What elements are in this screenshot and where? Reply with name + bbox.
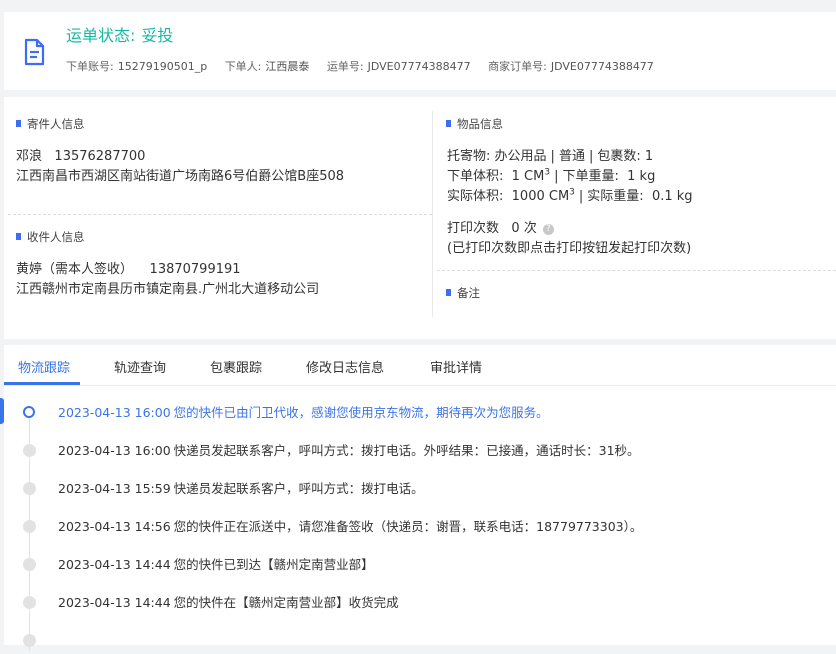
timeline-item: 2023-04-13 15:59 快递员发起联系客户，呼叫方式：拨打电话。 bbox=[4, 478, 836, 502]
cargo-value: 办公用品 bbox=[494, 149, 547, 164]
active-tab-indicator bbox=[4, 382, 80, 385]
tab-change-log[interactable]: 修改日志信息 bbox=[306, 357, 384, 376]
document-icon bbox=[24, 38, 45, 66]
receiver-contact: 黄婷（需本人签收） 13870799191 bbox=[16, 258, 241, 277]
timeline-text: 快递员发起联系客户，呼叫方式：拨打电话。外呼结果：已接通，通话时长：31秒。 bbox=[173, 443, 640, 458]
meta-label: 商家订单号: bbox=[488, 60, 547, 73]
timeline-time: 2023-04-13 15:59 bbox=[58, 481, 171, 496]
divider bbox=[8, 214, 432, 215]
tab-logistics-tracking[interactable]: 物流跟踪 bbox=[18, 357, 70, 376]
sender-section-title: 寄件人信息 bbox=[16, 116, 85, 132]
tab-bar: 物流跟踪 轨迹查询 包裹跟踪 修改日志信息 审批详情 bbox=[4, 345, 836, 386]
waybill-header: 运单状态: 妥投 下单账号: 15279190501_p 下单人: 江西晨泰 运单号:… bbox=[4, 12, 836, 90]
timeline-dot bbox=[23, 444, 36, 457]
timeline-text: 您的快件在【赣州定南营业部】收货完成 bbox=[173, 595, 399, 610]
goods-section-title: 物品信息 bbox=[446, 116, 503, 132]
column-divider bbox=[432, 111, 433, 317]
timeline-text: 您的快件正在派送中，请您准备签收（快递员：谢晋，联系电话：18779773303… bbox=[173, 519, 643, 534]
timeline-time: 2023-04-13 14:44 bbox=[58, 557, 171, 572]
sender-name: 邓浪 bbox=[16, 149, 43, 164]
timeline-dot bbox=[23, 634, 36, 647]
timeline-item: 2023-04-13 14:56 您的快件正在派送中，请您准备签收（快递员：谢晋，… bbox=[4, 516, 836, 540]
timeline-text: 您的快件已由门卫代收，感谢您使用京东物流，期待再次为您服务。 bbox=[173, 405, 549, 420]
section-marker bbox=[446, 120, 451, 127]
timeline-dot bbox=[23, 558, 36, 571]
tab-approval-details[interactable]: 审批详情 bbox=[430, 357, 482, 376]
print-count-value: 0 次 bbox=[511, 221, 537, 236]
section-marker bbox=[16, 120, 21, 127]
sender-address: 江西南昌市西湖区南站街道广场南路6号伯爵公馆B座508 bbox=[16, 169, 345, 184]
tracking-panel: 物流跟踪 轨迹查询 包裹跟踪 修改日志信息 审批详情 2023-04-13 16… bbox=[4, 345, 836, 651]
timeline-time: 2023-04-13 14:44 bbox=[58, 595, 171, 610]
status-value: 妥投 bbox=[141, 26, 174, 45]
status-label: 运单状态: bbox=[66, 26, 136, 45]
help-icon[interactable]: ? bbox=[542, 224, 554, 235]
sender-phone: 13576287700 bbox=[54, 149, 146, 164]
section-marker bbox=[446, 289, 451, 296]
tab-package-tracking[interactable]: 包裹跟踪 bbox=[210, 357, 262, 376]
orderer: 江西晨泰 bbox=[265, 60, 310, 73]
waybill-status: 运单状态: 妥投 bbox=[66, 22, 173, 46]
timeline-dot bbox=[23, 482, 36, 495]
timeline-time: 2023-04-13 16:00 bbox=[58, 405, 171, 420]
print-hint: (已打印次数即点击打印按钮发起打印次数) bbox=[447, 241, 692, 256]
merchant-order-number: JDVE07774388477 bbox=[550, 60, 654, 73]
timeline-item: 2023-04-13 14:44 您的快件在【赣州定南营业部】收货完成 bbox=[4, 592, 836, 616]
receiver-section-title: 收件人信息 bbox=[16, 229, 85, 245]
tab-track-query[interactable]: 轨迹查询 bbox=[114, 357, 166, 376]
waybill-meta: 下单账号: 15279190501_p 下单人: 江西晨泰 运单号: JDVE0777… bbox=[66, 58, 668, 74]
goods-line-order-volume: 下单体积: 1 CM3 | 下单重量: 1 kg bbox=[447, 167, 656, 184]
order-account: 15279190501_p bbox=[117, 60, 208, 73]
sender-contact: 邓浪 13576287700 bbox=[16, 145, 145, 164]
order-volume: 1 CM bbox=[511, 169, 545, 184]
goods-line-actual-volume: 实际体积: 1000 CM3 | 实际重量: 0.1 kg bbox=[447, 187, 693, 204]
cargo-type: 普通 bbox=[558, 149, 585, 164]
section-marker bbox=[16, 233, 21, 240]
actual-volume: 1000 CM bbox=[511, 189, 570, 204]
remark-section-title: 备注 bbox=[446, 285, 480, 301]
timeline-time: 2023-04-13 14:56 bbox=[58, 519, 171, 534]
meta-label: 下单人: bbox=[224, 60, 262, 73]
receiver-phone: 13870799191 bbox=[149, 262, 241, 277]
timeline-text: 快递员发起联系客户，呼叫方式：拨打电话。 bbox=[173, 481, 424, 496]
timeline-item: 2023-04-13 16:00 快递员发起联系客户，呼叫方式：拨打电话。外呼结果… bbox=[4, 440, 836, 464]
timeline-item: 2023-04-13 14:44 您的快件已到达【赣州定南营业部】 bbox=[4, 554, 836, 578]
print-count: 打印次数 0 次? bbox=[447, 217, 554, 236]
timeline-dot bbox=[23, 596, 36, 609]
goods-line-cargo: 托寄物: 办公用品 | 普通 | 包裹数: 1 bbox=[447, 149, 654, 164]
receiver-name: 黄婷（需本人签收） bbox=[16, 262, 134, 277]
meta-label: 运单号: bbox=[326, 60, 364, 73]
timeline-dot bbox=[23, 520, 36, 533]
order-weight: 1 kg bbox=[627, 169, 656, 184]
timeline-time: 2023-04-13 16:00 bbox=[58, 443, 171, 458]
receiver-address: 江西赣州市定南县历市镇定南县.广州北大道移动公司 bbox=[16, 282, 320, 297]
timeline-item: 2023-04-13 16:00 您的快件已由门卫代收，感谢您使用京东物流，期待再… bbox=[4, 402, 836, 426]
timeline-text: 您的快件已到达【赣州定南营业部】 bbox=[173, 557, 374, 572]
actual-weight: 0.1 kg bbox=[651, 189, 693, 204]
timeline-dot-current bbox=[23, 406, 35, 418]
meta-label: 下单账号: bbox=[66, 60, 114, 73]
info-panel: 寄件人信息 邓浪 13576287700 江西南昌市西湖区南站街道广场南路6号伯… bbox=[4, 97, 836, 339]
package-count: 1 bbox=[644, 149, 654, 164]
divider bbox=[437, 270, 836, 271]
waybill-number: JDVE07774388477 bbox=[367, 60, 471, 73]
